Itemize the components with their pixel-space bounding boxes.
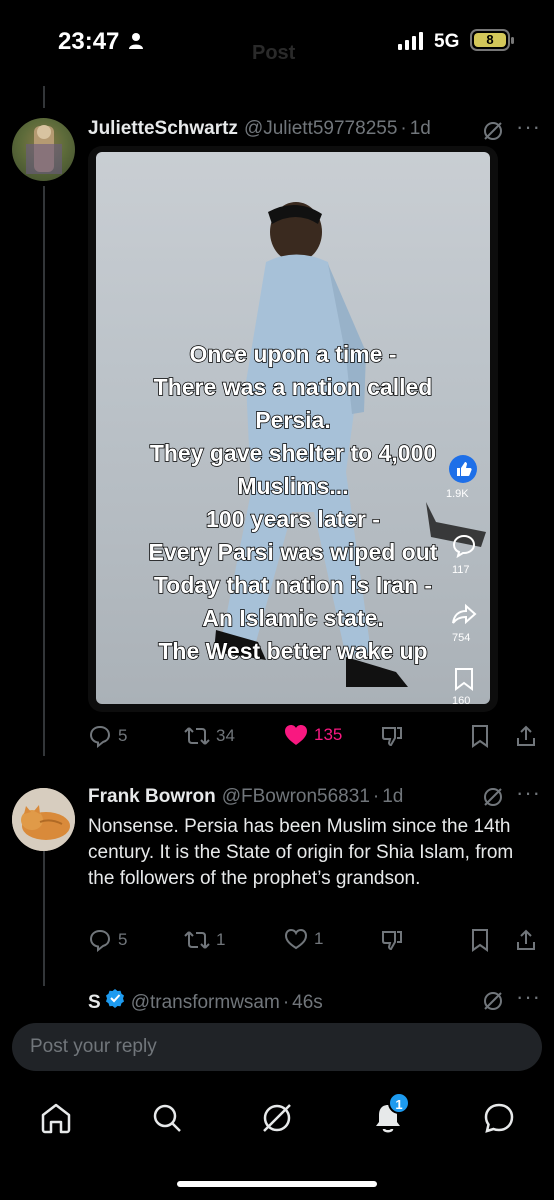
video-media[interactable]: Once upon a time - There was a nation ca… bbox=[88, 146, 498, 712]
timestamp[interactable]: 46s bbox=[292, 992, 323, 1014]
bookmark-icon bbox=[472, 929, 488, 952]
more-icon[interactable]: ··· bbox=[516, 984, 541, 1010]
heart-filled-icon bbox=[285, 725, 307, 745]
like-count: 1 bbox=[314, 929, 324, 948]
bookmark-button[interactable] bbox=[470, 724, 490, 748]
reply-count: 5 bbox=[118, 930, 128, 949]
handle[interactable]: @transformwsam bbox=[131, 992, 280, 1014]
share-button[interactable] bbox=[514, 928, 538, 952]
video-like-icon bbox=[448, 454, 478, 484]
like-button[interactable]: 1 bbox=[284, 928, 323, 950]
tweet-actions: 5 1 1 bbox=[88, 928, 538, 958]
downvote-icon bbox=[382, 931, 402, 951]
like-button[interactable]: 135 bbox=[284, 724, 342, 746]
downvote-button[interactable] bbox=[380, 724, 404, 748]
repost-icon bbox=[184, 931, 210, 949]
grok-icon[interactable] bbox=[482, 990, 504, 1012]
video-save-icon bbox=[452, 666, 476, 692]
signal-icon bbox=[398, 32, 423, 50]
reply-icon bbox=[89, 929, 111, 952]
like-count: 135 bbox=[314, 725, 343, 744]
reply-input[interactable] bbox=[12, 1023, 542, 1071]
video-share-icon bbox=[450, 600, 478, 628]
header-title: Post bbox=[252, 42, 296, 64]
repost-button[interactable]: 34 bbox=[184, 724, 235, 748]
timestamp[interactable]: 1d bbox=[382, 786, 403, 808]
bottom-nav: 1 bbox=[0, 1084, 554, 1154]
grok-icon[interactable] bbox=[482, 120, 504, 142]
repost-count: 34 bbox=[216, 726, 235, 745]
avatar[interactable] bbox=[12, 118, 75, 181]
battery-level: 8 bbox=[474, 33, 506, 47]
battery-icon: 8 bbox=[470, 29, 514, 51]
status-time: 23:47 bbox=[58, 28, 120, 55]
search-icon bbox=[153, 1104, 181, 1132]
network-label: 5G bbox=[434, 31, 460, 52]
video-comment-icon bbox=[450, 532, 478, 560]
tweet-header: JulietteSchwartz @Juliett59778255 · 1d bbox=[88, 118, 431, 140]
more-icon[interactable]: ··· bbox=[516, 780, 541, 806]
grok-icon bbox=[263, 1104, 291, 1132]
notification-badge: 1 bbox=[388, 1092, 410, 1114]
share-button[interactable] bbox=[514, 724, 538, 748]
home-icon bbox=[41, 1103, 71, 1134]
thread-line bbox=[43, 186, 45, 756]
reply-button[interactable]: 5 bbox=[88, 724, 127, 748]
repost-icon bbox=[184, 727, 210, 745]
verified-badge-icon bbox=[105, 989, 124, 1008]
reply-composer[interactable] bbox=[12, 1023, 542, 1071]
grok-icon[interactable] bbox=[482, 786, 504, 808]
video-comment-count: 117 bbox=[452, 564, 470, 576]
downvote-icon bbox=[382, 727, 402, 747]
tweet-header: Frank Bowron @FBowron56831 · 1d bbox=[88, 786, 404, 808]
tweet-actions: 5 34 135 bbox=[88, 724, 538, 754]
reply-button[interactable]: 5 bbox=[88, 928, 127, 952]
messages-icon bbox=[484, 1103, 514, 1133]
tweet-text: Nonsense. Persia has been Muslim since t… bbox=[88, 816, 514, 889]
nav-search[interactable] bbox=[149, 1100, 185, 1136]
nav-home[interactable] bbox=[38, 1100, 74, 1136]
status-bar: 23:47 Post 5G 8 bbox=[0, 0, 554, 80]
video-share-count: 754 bbox=[452, 632, 471, 644]
handle[interactable]: @FBowron56831 bbox=[222, 786, 370, 808]
thread-line bbox=[43, 86, 45, 108]
tweet-header: S @transformwsam · 46s bbox=[88, 988, 323, 1014]
video-frame[interactable]: Once upon a time - There was a nation ca… bbox=[96, 152, 490, 704]
nav-notifications[interactable]: 1 bbox=[370, 1092, 410, 1136]
avatar[interactable] bbox=[12, 788, 75, 851]
bookmark-button[interactable] bbox=[470, 928, 490, 952]
person-icon bbox=[129, 33, 143, 49]
heart-icon bbox=[284, 928, 308, 950]
handle[interactable]: @Juliett59778255 bbox=[244, 118, 397, 140]
more-icon[interactable]: ··· bbox=[516, 114, 541, 140]
video-save-count: 160 bbox=[452, 695, 471, 704]
display-name[interactable]: JulietteSchwartz bbox=[88, 118, 238, 140]
display-name[interactable]: Frank Bowron bbox=[88, 786, 216, 808]
display-name[interactable]: S bbox=[88, 992, 101, 1014]
downvote-button[interactable] bbox=[380, 928, 404, 952]
bookmark-icon bbox=[472, 725, 488, 748]
nav-messages[interactable] bbox=[481, 1100, 517, 1136]
repost-count: 1 bbox=[216, 930, 226, 949]
reply-icon bbox=[89, 725, 111, 748]
repost-button[interactable]: 1 bbox=[184, 928, 225, 952]
home-indicator bbox=[177, 1181, 377, 1187]
share-icon bbox=[517, 929, 535, 950]
nav-grok[interactable] bbox=[259, 1100, 295, 1136]
timestamp[interactable]: 1d bbox=[410, 118, 431, 140]
video-like-count: 1.9K bbox=[446, 488, 469, 500]
reply-count: 5 bbox=[118, 726, 128, 745]
share-icon bbox=[517, 725, 535, 746]
media-caption: Once upon a time - There was a nation ca… bbox=[148, 340, 438, 665]
